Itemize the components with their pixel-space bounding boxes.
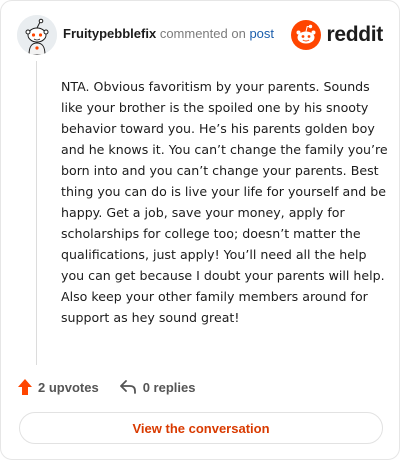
comment-header: Fruitypebblefix commented on post reddit — [17, 15, 383, 55]
thread-line — [36, 61, 37, 365]
reply-arrow-icon — [119, 380, 136, 394]
reddit-logo[interactable]: reddit — [291, 20, 383, 50]
replies-button[interactable]: 0 replies — [119, 379, 196, 395]
comment-byline: Fruitypebblefix commented on post — [63, 26, 274, 41]
avatar[interactable] — [17, 15, 57, 55]
username-link[interactable]: Fruitypebblefix — [63, 26, 156, 41]
upvote-count: 2 upvotes — [38, 379, 99, 395]
comment-card: Fruitypebblefix commented on post reddit… — [0, 0, 400, 460]
reply-count: 0 replies — [142, 379, 196, 395]
reddit-snoo-icon — [291, 20, 322, 50]
comment-body: NTA. Obvious favoritism by your parents.… — [61, 79, 388, 325]
upvote-button[interactable]: 2 upvotes — [17, 378, 99, 396]
snoo-avatar-icon — [17, 15, 57, 55]
comment-actions: 2 upvotes 0 replies — [17, 376, 195, 398]
reddit-wordmark: reddit — [326, 23, 383, 46]
post-link[interactable]: post — [249, 26, 274, 41]
view-conversation-button[interactable]: View the conversation — [19, 412, 383, 444]
upvote-arrow-icon — [18, 379, 32, 395]
commented-on-text: commented on — [159, 26, 246, 41]
